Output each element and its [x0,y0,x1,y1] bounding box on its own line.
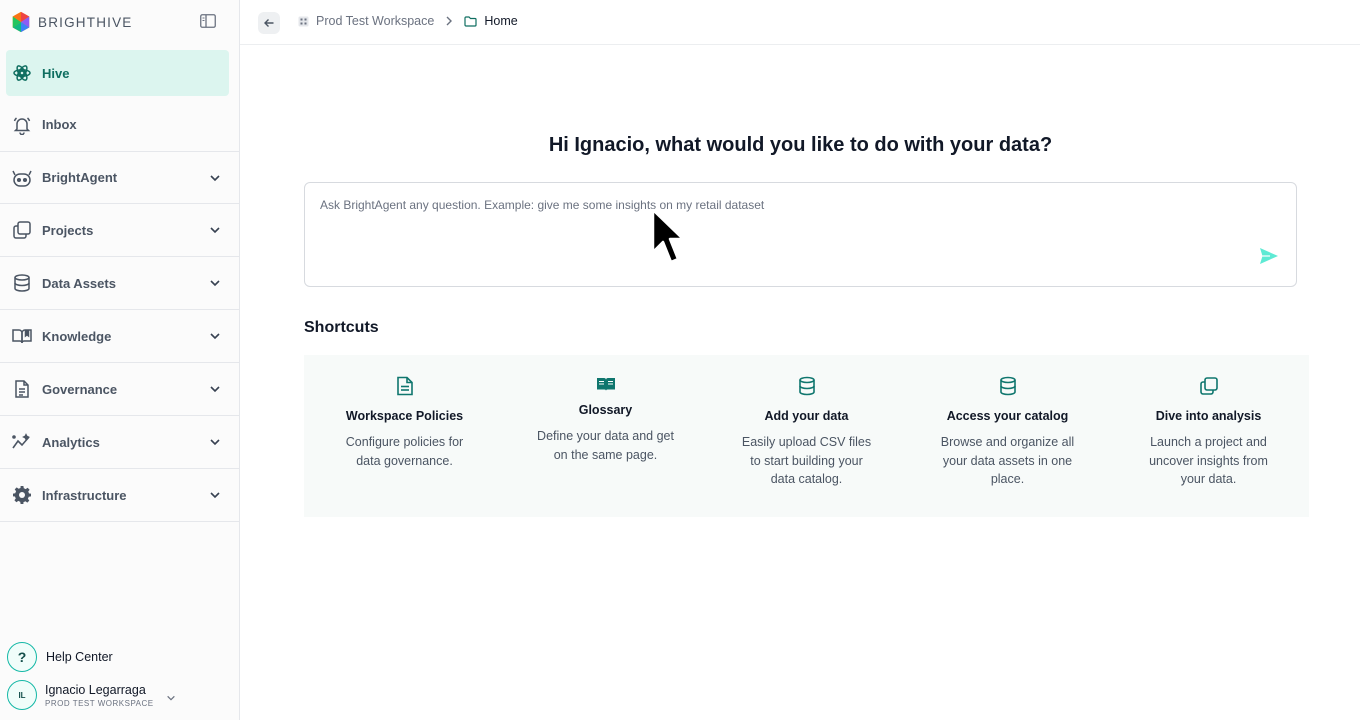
shortcuts-title: Shortcuts [304,319,379,336]
shortcut-add-your-data[interactable]: Add your data Easily upload CSV files to… [706,355,907,517]
sidebar-item-analytics[interactable]: Analytics [0,416,239,469]
gear-icon [10,483,34,507]
hive-icon [10,61,34,85]
shortcut-workspace-policies[interactable]: Workspace Policies Configure policies fo… [304,355,505,517]
chevron-down-icon[interactable] [209,489,221,501]
sidebar-item-governance[interactable]: Governance [0,363,239,416]
shortcut-description: Browse and organize all your data assets… [940,435,1075,486]
shortcut-description: Define your data and get on the same pag… [537,429,674,462]
workspace-icon [298,16,309,26]
database-icon [907,375,1108,397]
breadcrumb-separator-icon [445,16,453,26]
brand-name: BRIGHTHIVE [38,14,133,30]
sidebar-item-brightagent[interactable]: BrightAgent [0,151,239,204]
back-button[interactable] [258,12,280,34]
bell-icon [10,113,34,137]
folder-icon [464,15,477,27]
chevron-down-icon[interactable] [209,172,221,184]
breadcrumb-item-workspace[interactable]: Prod Test Workspace [298,14,434,28]
shortcuts-list: Workspace Policies Configure policies fo… [304,355,1309,517]
sidebar-item-label: Knowledge [42,328,112,344]
user-name: Ignacio Legarraga [45,682,146,697]
sidebar-collapse-button[interactable] [199,13,217,29]
chevron-down-icon[interactable] [209,436,221,448]
ask-brightagent-input[interactable] [305,183,1296,286]
shortcut-description: Configure policies for data governance. [345,435,464,468]
chevron-down-icon[interactable] [209,330,221,342]
sidebar-item-infrastructure[interactable]: Infrastructure [0,469,239,522]
user-info: Ignacio Legarraga PROD TEST WORKSPACE [45,683,154,708]
shortcut-title: Workspace Policies [345,409,464,423]
sidebar-item-data-assets[interactable]: Data Assets [0,257,239,310]
document-icon [10,377,34,401]
shortcut-description: Easily upload CSV files to start buildin… [741,435,872,486]
sidebar-item-inbox[interactable]: Inbox [0,98,239,151]
brighthive-logo-icon [12,11,30,33]
chevron-down-icon[interactable] [209,383,221,395]
arrow-left-icon [264,19,274,27]
sidebar-item-label: Hive [42,65,70,81]
shortcut-access-your-catalog[interactable]: Access your catalog Browse and organize … [907,355,1108,517]
chevron-down-icon[interactable] [166,693,176,703]
send-icon[interactable] [1259,247,1279,265]
robot-icon [10,166,34,190]
open-book-icon [505,373,706,395]
breadcrumb: Prod Test Workspace Home [298,14,518,28]
analytics-icon [10,430,34,454]
copy-icon [1108,375,1309,397]
document-icon [304,375,505,397]
shortcut-title: Add your data [764,409,849,423]
chevron-down-icon[interactable] [209,277,221,289]
shortcut-title: Dive into analysis [1155,409,1262,423]
page-title: Hi Ignacio, what would you like to do wi… [548,134,1053,156]
shortcut-title: Glossary [578,403,633,417]
sidebar-item-hive[interactable]: Hive [6,50,229,96]
help-center-label: Help Center [46,650,113,664]
database-icon [706,375,907,397]
sidebar-item-label: Analytics [42,434,100,450]
avatar: IL [7,680,37,710]
breadcrumb-label: Home [484,14,518,28]
sidebar-item-label: Projects [42,222,94,238]
shortcut-glossary[interactable]: Glossary Define your data and get on the… [505,355,706,517]
shortcut-description: Launch a project and uncover insights fr… [1149,435,1268,486]
ask-brightagent-box [304,182,1297,287]
breadcrumb-item-home[interactable]: Home [464,14,518,28]
help-center-link[interactable]: ? Help Center [7,642,113,672]
sidebar-item-label: Infrastructure [42,487,127,503]
sidebar: BRIGHTHIVE Hive Inbox BrightAgent Projec… [0,0,240,720]
shortcut-title: Access your catalog [946,409,1069,423]
brand[interactable]: BRIGHTHIVE [10,11,133,33]
shortcut-dive-into-analysis[interactable]: Dive into analysis Launch a project and … [1108,355,1309,517]
chevron-down-icon[interactable] [209,224,221,236]
breadcrumb-label: Prod Test Workspace [316,14,435,28]
sidebar-item-label: Inbox [42,117,77,132]
sidebar-item-projects[interactable]: Projects [0,204,239,257]
sidebar-item-label: BrightAgent [42,170,118,185]
sidebar-item-knowledge[interactable]: Knowledge [0,310,239,363]
sidebar-toggle-icon [200,14,216,28]
database-icon [10,271,34,295]
help-icon: ? [7,642,37,672]
book-icon [10,324,34,348]
sidebar-nav: Hive Inbox BrightAgent Projects Data Ass… [0,50,239,522]
sidebar-item-label: Data Assets [42,275,116,291]
top-bar: Prod Test Workspace Home [240,0,1360,45]
user-menu[interactable]: IL Ignacio Legarraga PROD TEST WORKSPACE [7,680,176,710]
user-workspace: PROD TEST WORKSPACE [45,698,154,708]
projects-icon [10,218,34,242]
sidebar-item-label: Governance [42,381,118,397]
